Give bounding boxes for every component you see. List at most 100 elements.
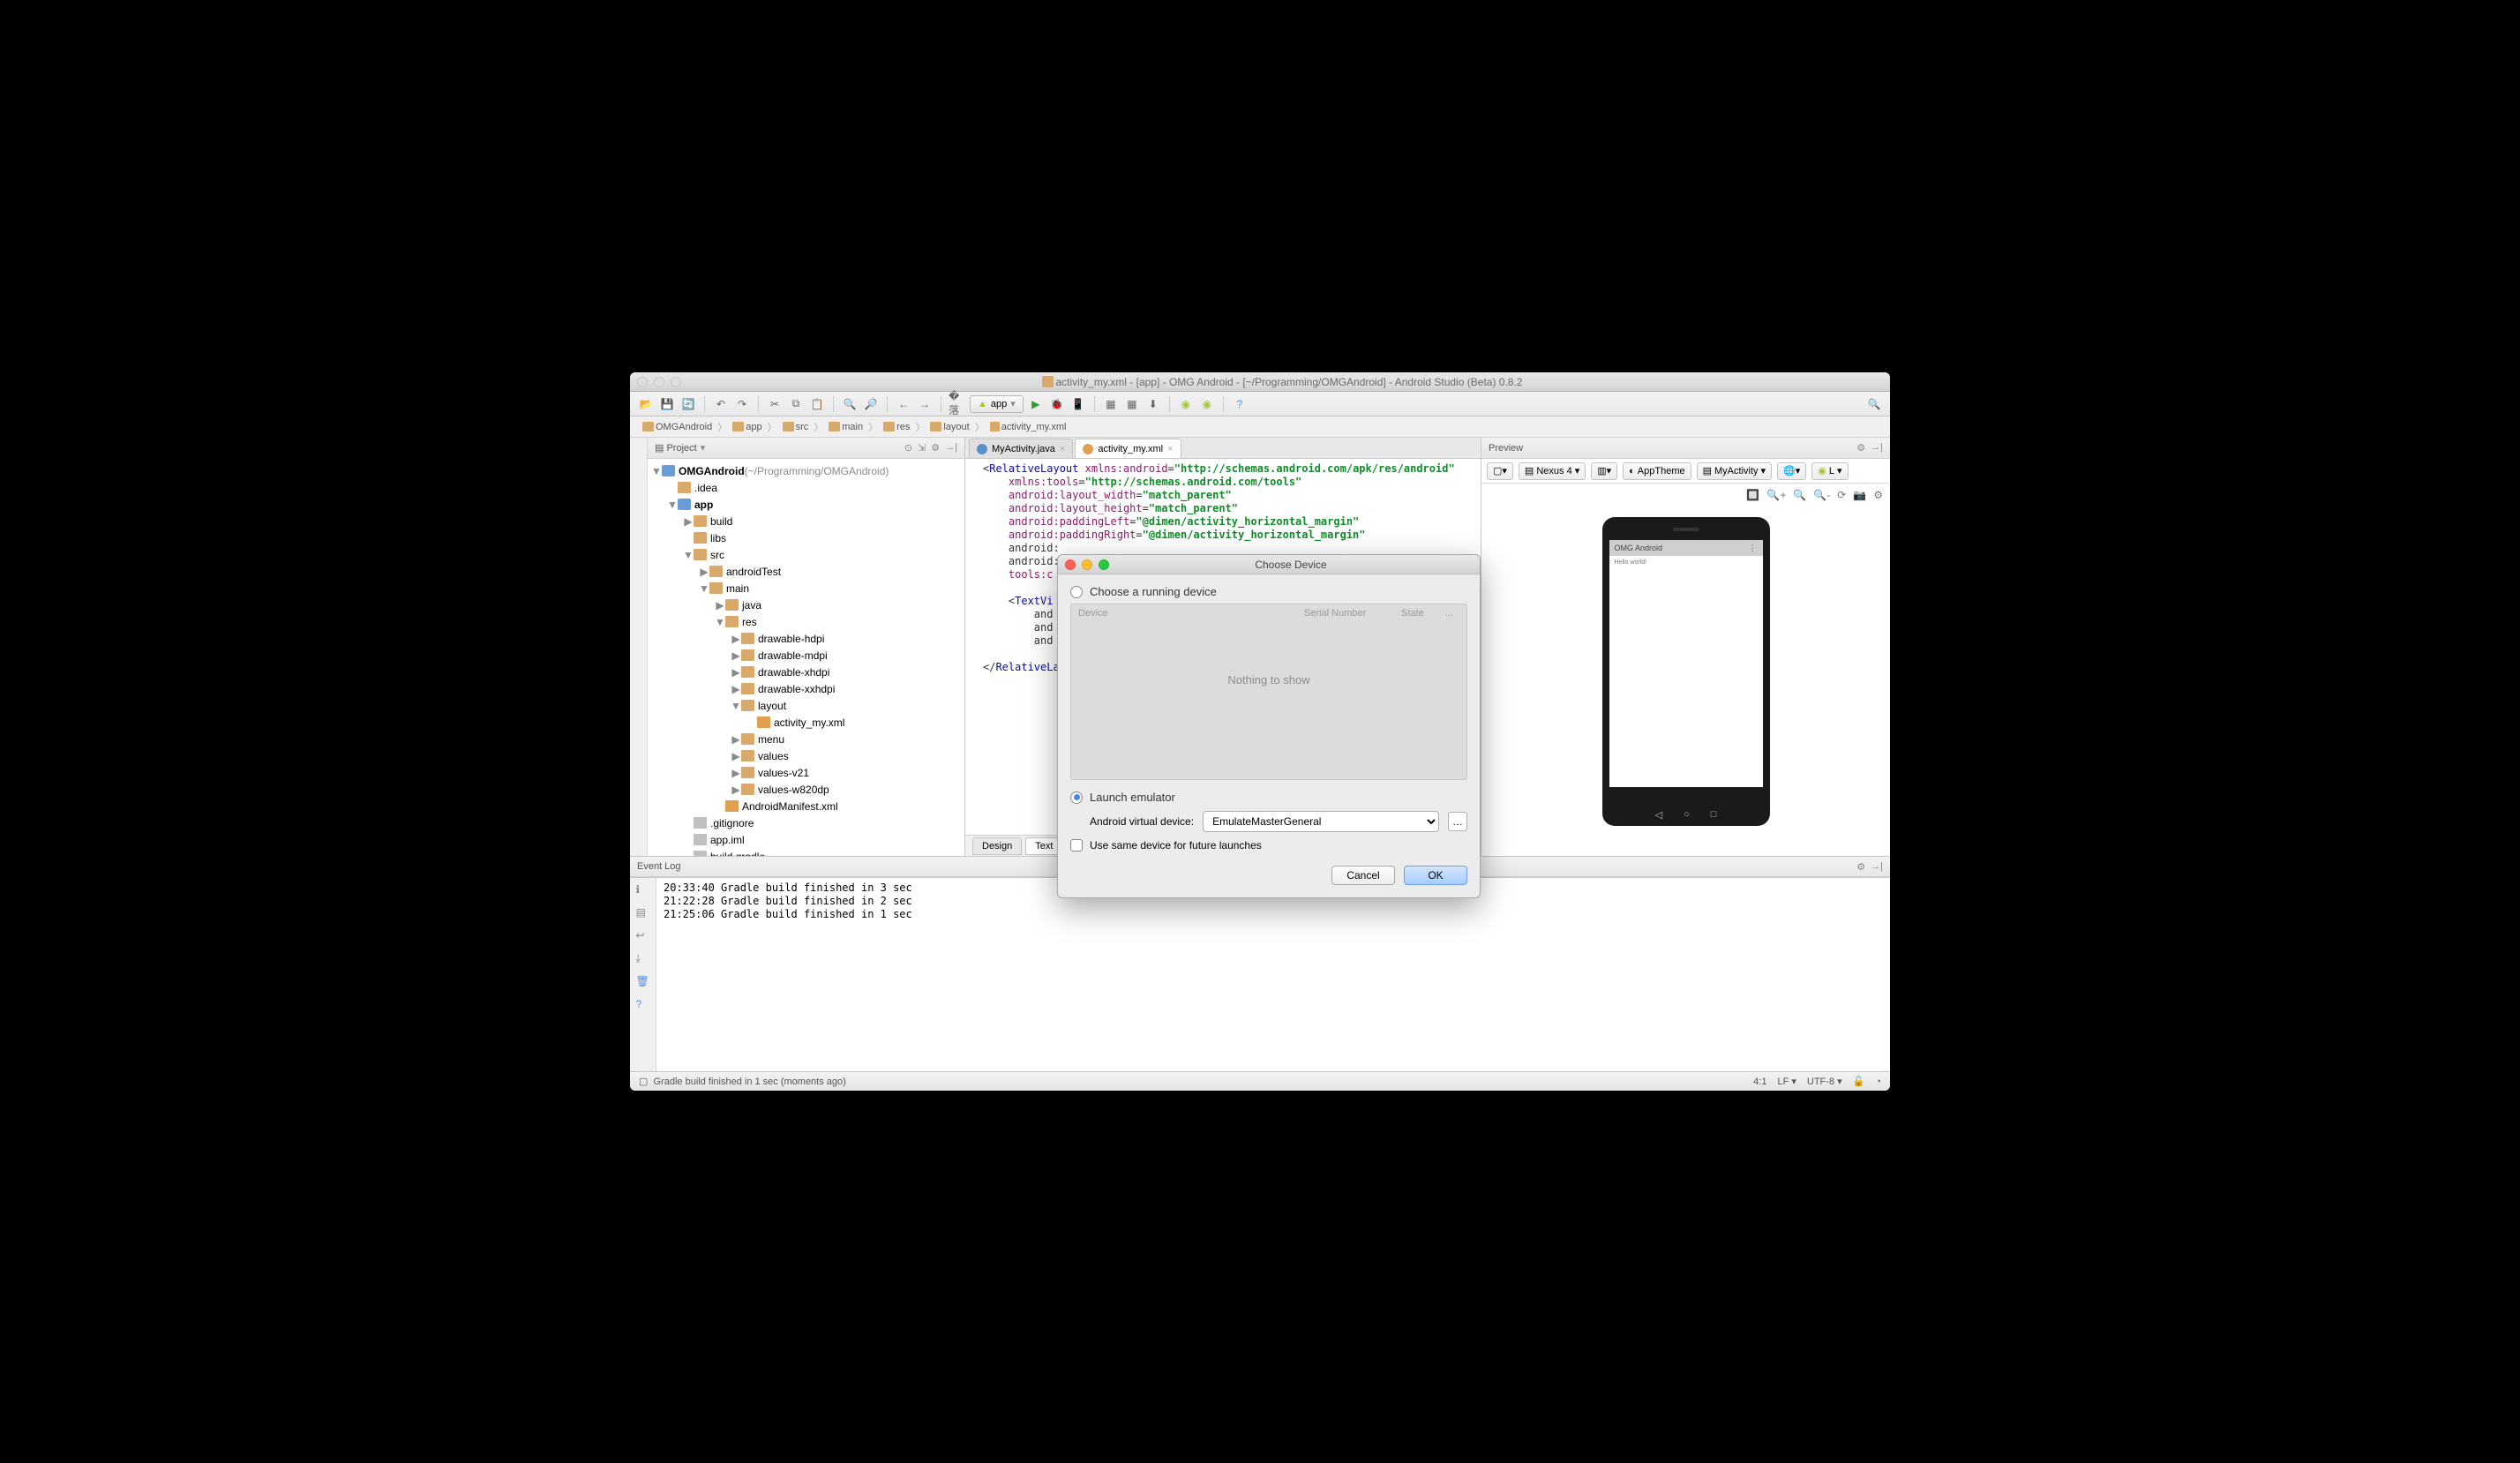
tree-node[interactable]: ▼main: [648, 580, 964, 596]
tree-node[interactable]: activity_my.xml: [648, 714, 964, 731]
tree-node[interactable]: build.gradle: [648, 848, 964, 856]
zoom-actual-icon[interactable]: 🔍: [1793, 489, 1806, 501]
tree-twisty-icon[interactable]: ▶: [715, 599, 725, 611]
trash-icon[interactable]: 🗑: [636, 975, 650, 989]
api-dropdown[interactable]: ◉ L▾: [1811, 462, 1848, 480]
device-dropdown[interactable]: ▤ Nexus 4▾: [1519, 462, 1586, 480]
forward-icon[interactable]: →: [916, 395, 934, 413]
info-icon[interactable]: ℹ: [636, 883, 650, 897]
paste-icon[interactable]: 📋: [808, 395, 826, 413]
orientation-dropdown[interactable]: ▢▾: [1487, 462, 1513, 480]
inspector-icon[interactable]: ◔: [1875, 1077, 1881, 1087]
project-tree[interactable]: ▼OMGAndroid (~/Programming/OMGAndroid).i…: [648, 459, 964, 856]
close-tab-icon[interactable]: ×: [1060, 444, 1065, 454]
collapse-icon[interactable]: ⇲: [918, 442, 926, 454]
tree-node[interactable]: ▶androidTest: [648, 563, 964, 580]
tree-node[interactable]: ▶values: [648, 747, 964, 764]
design-tab[interactable]: Design: [972, 837, 1022, 855]
locate-icon[interactable]: ⊙: [904, 442, 912, 454]
scroll-icon[interactable]: ⤓: [636, 952, 650, 966]
tree-node[interactable]: app.iml: [648, 831, 964, 848]
android-robot-icon[interactable]: ◉: [1177, 395, 1195, 413]
tree-twisty-icon[interactable]: ▼: [699, 582, 709, 595]
zoom-out-icon[interactable]: 🔍-: [1813, 489, 1830, 501]
avd-manage-button[interactable]: …: [1448, 812, 1467, 831]
theme-dropdown[interactable]: ◐ AppTheme: [1623, 462, 1691, 480]
breadcrumb-item[interactable]: res: [878, 422, 915, 432]
editor-tab[interactable]: MyActivity.java×: [969, 439, 1073, 458]
ddms-icon[interactable]: ⬇: [1144, 395, 1162, 413]
breadcrumb-item[interactable]: app: [727, 422, 767, 432]
line-ending[interactable]: LF ▾: [1777, 1076, 1796, 1087]
back-icon[interactable]: ←: [895, 395, 912, 413]
gear-icon[interactable]: ⚙: [931, 442, 940, 454]
dialog-zoom-icon[interactable]: [1099, 559, 1109, 570]
close-window-icon[interactable]: [637, 377, 648, 387]
tree-twisty-icon[interactable]: ▼: [731, 700, 741, 712]
help-icon[interactable]: ?: [636, 998, 650, 1012]
sync-icon[interactable]: 🔄: [679, 395, 697, 413]
editor-tab[interactable]: activity_my.xml×: [1075, 439, 1181, 458]
android-robot2-icon[interactable]: ◉: [1198, 395, 1216, 413]
tree-twisty-icon[interactable]: ▶: [731, 750, 741, 762]
tree-twisty-icon[interactable]: ▶: [731, 683, 741, 695]
refresh-icon[interactable]: ⟳: [1837, 489, 1846, 501]
tree-twisty-icon[interactable]: ▶: [699, 566, 709, 578]
ok-button[interactable]: OK: [1404, 866, 1467, 885]
breadcrumb-item[interactable]: src: [777, 422, 814, 432]
wrap-icon[interactable]: ↩: [636, 929, 650, 943]
help-icon[interactable]: ?: [1231, 395, 1249, 413]
breadcrumb-item[interactable]: main: [823, 422, 868, 432]
replace-icon[interactable]: 🔎: [862, 395, 880, 413]
attach-icon[interactable]: 📱: [1069, 395, 1087, 413]
save-icon[interactable]: 💾: [658, 395, 676, 413]
breadcrumb-item[interactable]: activity_my.xml: [985, 422, 1072, 432]
tree-node[interactable]: ▼layout: [648, 697, 964, 714]
breadcrumb-item[interactable]: OMGAndroid: [637, 422, 717, 432]
open-icon[interactable]: 📂: [637, 395, 655, 413]
config-dropdown[interactable]: ▥▾: [1591, 462, 1617, 480]
debug-icon[interactable]: 🐞: [1048, 395, 1066, 413]
dialog-minimize-icon[interactable]: [1082, 559, 1092, 570]
zoom-fit-icon[interactable]: 🔲: [1746, 489, 1759, 501]
tree-node[interactable]: ▶drawable-xxhdpi: [648, 680, 964, 697]
sdk-manager-icon[interactable]: ▦: [1123, 395, 1141, 413]
tree-twisty-icon[interactable]: ▶: [731, 767, 741, 779]
hide-icon[interactable]: →|: [945, 442, 957, 454]
status-icon[interactable]: ▢: [639, 1076, 648, 1087]
use-same-device-checkbox[interactable]: Use same device for future launches: [1070, 839, 1467, 852]
avd-manager-icon[interactable]: ▦: [1102, 395, 1120, 413]
tree-node[interactable]: ▶drawable-mdpi: [648, 647, 964, 664]
tree-node[interactable]: libs: [648, 529, 964, 546]
zoom-in-icon[interactable]: 🔍+: [1766, 489, 1786, 501]
tree-twisty-icon[interactable]: ▶: [731, 633, 741, 645]
tree-root[interactable]: ▼OMGAndroid (~/Programming/OMGAndroid): [648, 462, 964, 479]
redo-icon[interactable]: ↷: [733, 395, 751, 413]
breadcrumb-item[interactable]: layout: [925, 422, 974, 432]
tree-twisty-icon[interactable]: ▶: [731, 666, 741, 679]
dialog-close-icon[interactable]: [1065, 559, 1076, 570]
tree-node[interactable]: ▶values-v21: [648, 764, 964, 781]
activity-dropdown[interactable]: ▤ MyActivity▾: [1697, 462, 1772, 480]
tree-twisty-icon[interactable]: ▶: [731, 784, 741, 796]
tree-node[interactable]: ▼src: [648, 546, 964, 563]
undo-icon[interactable]: ↶: [712, 395, 730, 413]
tree-twisty-icon[interactable]: ▶: [731, 733, 741, 746]
event-log-content[interactable]: 20:33:40 Gradle build finished in 3 sec2…: [656, 878, 1890, 1071]
run-config-dropdown[interactable]: ▲app▾: [970, 395, 1024, 413]
gear-icon[interactable]: ⚙: [1856, 442, 1865, 454]
hide-icon[interactable]: →|: [1871, 861, 1883, 873]
copy-icon[interactable]: ⧉: [787, 395, 805, 413]
cut-icon[interactable]: ✂: [766, 395, 784, 413]
avd-select[interactable]: EmulateMasterGeneral: [1203, 811, 1439, 832]
tree-node[interactable]: .gitignore: [648, 814, 964, 831]
build-icon[interactable]: �落: [949, 395, 966, 413]
tree-twisty-icon[interactable]: ▼: [667, 499, 678, 511]
tree-twisty-icon[interactable]: ▼: [683, 549, 694, 561]
minimize-window-icon[interactable]: [654, 377, 664, 387]
maximize-window-icon[interactable]: [671, 377, 681, 387]
project-view-label[interactable]: ▤ Project: [655, 442, 697, 454]
close-tab-icon[interactable]: ×: [1167, 444, 1173, 454]
tree-node[interactable]: ▶build: [648, 513, 964, 529]
tree-twisty-icon[interactable]: ▶: [731, 649, 741, 662]
